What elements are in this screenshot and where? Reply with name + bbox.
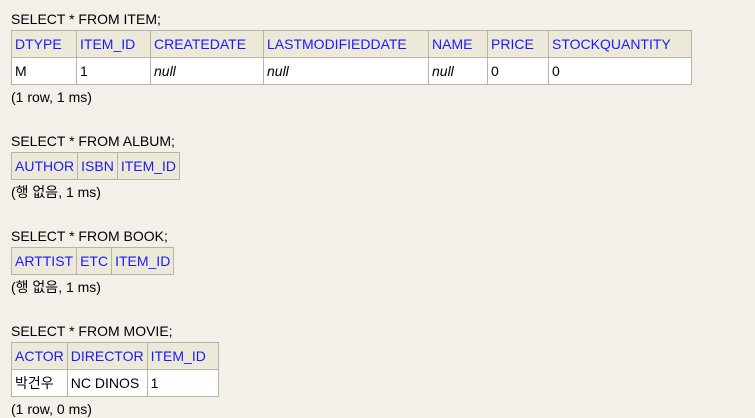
- table-cell[interactable]: 0: [487, 57, 549, 85]
- table-cell[interactable]: 1: [76, 57, 151, 85]
- query-status: (행 없음, 1 ms): [11, 184, 101, 200]
- table-header-row: AUTHOR ISBN ITEM_ID: [10, 152, 181, 180]
- table-cell[interactable]: 0: [548, 57, 692, 85]
- table-cell[interactable]: null: [263, 57, 429, 85]
- query-block-item: SELECT * FROM ITEM; DTYPE ITEM_ID CREATE…: [11, 10, 755, 106]
- column-header[interactable]: PRICE: [487, 30, 549, 58]
- result-table-item: DTYPE ITEM_ID CREATEDATE LASTMODIFIEDDAT…: [11, 30, 692, 85]
- column-header[interactable]: ARTTIST: [10, 247, 78, 275]
- table-cell[interactable]: null: [150, 57, 264, 85]
- query-status: (1 row, 1 ms): [11, 89, 92, 105]
- query-block-album: SELECT * FROM ALBUM; AUTHOR ISBN ITEM_ID…: [10, 132, 755, 201]
- column-header[interactable]: NAME: [428, 30, 488, 58]
- table-row: 박건우 NC DINOS 1: [11, 369, 219, 397]
- table-cell[interactable]: 박건우: [11, 369, 68, 397]
- column-header[interactable]: STOCKQUANTITY: [548, 30, 692, 58]
- table-cell[interactable]: M: [11, 57, 77, 85]
- query-block-book: SELECT * FROM BOOK; ARTTIST ETC ITEM_ID …: [10, 227, 755, 296]
- table-row: M 1 null null null 0 0: [11, 57, 692, 85]
- column-header[interactable]: ITEM_ID: [146, 342, 219, 370]
- table-header-row: DTYPE ITEM_ID CREATEDATE LASTMODIFIEDDAT…: [11, 30, 692, 58]
- column-header[interactable]: ISBN: [77, 152, 118, 180]
- column-header[interactable]: ITEM_ID: [111, 247, 175, 275]
- column-header[interactable]: ETC: [76, 247, 113, 275]
- result-table-movie: ACTOR DIRECTOR ITEM_ID 박건우 NC DINOS 1: [11, 342, 219, 397]
- column-header[interactable]: ACTOR: [11, 342, 68, 370]
- column-header[interactable]: AUTHOR: [10, 152, 79, 180]
- table-header-row: ACTOR DIRECTOR ITEM_ID: [11, 342, 219, 370]
- result-table-book: ARTTIST ETC ITEM_ID: [10, 247, 175, 275]
- table-cell[interactable]: null: [428, 57, 488, 85]
- table-cell[interactable]: NC DINOS: [66, 369, 148, 397]
- column-header[interactable]: DTYPE: [11, 30, 77, 58]
- sql-statement: SELECT * FROM MOVIE;: [11, 323, 173, 339]
- table-header-row: ARTTIST ETC ITEM_ID: [10, 247, 175, 275]
- query-block-movie: SELECT * FROM MOVIE; ACTOR DIRECTOR ITEM…: [11, 322, 755, 418]
- query-results-panel: SELECT * FROM ITEM; DTYPE ITEM_ID CREATE…: [0, 0, 755, 418]
- result-table-album: AUTHOR ISBN ITEM_ID: [10, 152, 181, 180]
- column-header[interactable]: LASTMODIFIEDDATE: [263, 30, 429, 58]
- table-cell[interactable]: 1: [146, 369, 219, 397]
- column-header[interactable]: ITEM_ID: [116, 152, 181, 180]
- query-status: (1 row, 0 ms): [11, 401, 92, 417]
- sql-statement: SELECT * FROM ALBUM;: [11, 133, 175, 149]
- column-header[interactable]: CREATEDATE: [150, 30, 264, 58]
- column-header[interactable]: ITEM_ID: [76, 30, 151, 58]
- sql-statement: SELECT * FROM ITEM;: [11, 11, 161, 27]
- sql-statement: SELECT * FROM BOOK;: [11, 228, 168, 244]
- column-header[interactable]: DIRECTOR: [66, 342, 148, 370]
- query-status: (행 없음, 1 ms): [11, 279, 101, 295]
